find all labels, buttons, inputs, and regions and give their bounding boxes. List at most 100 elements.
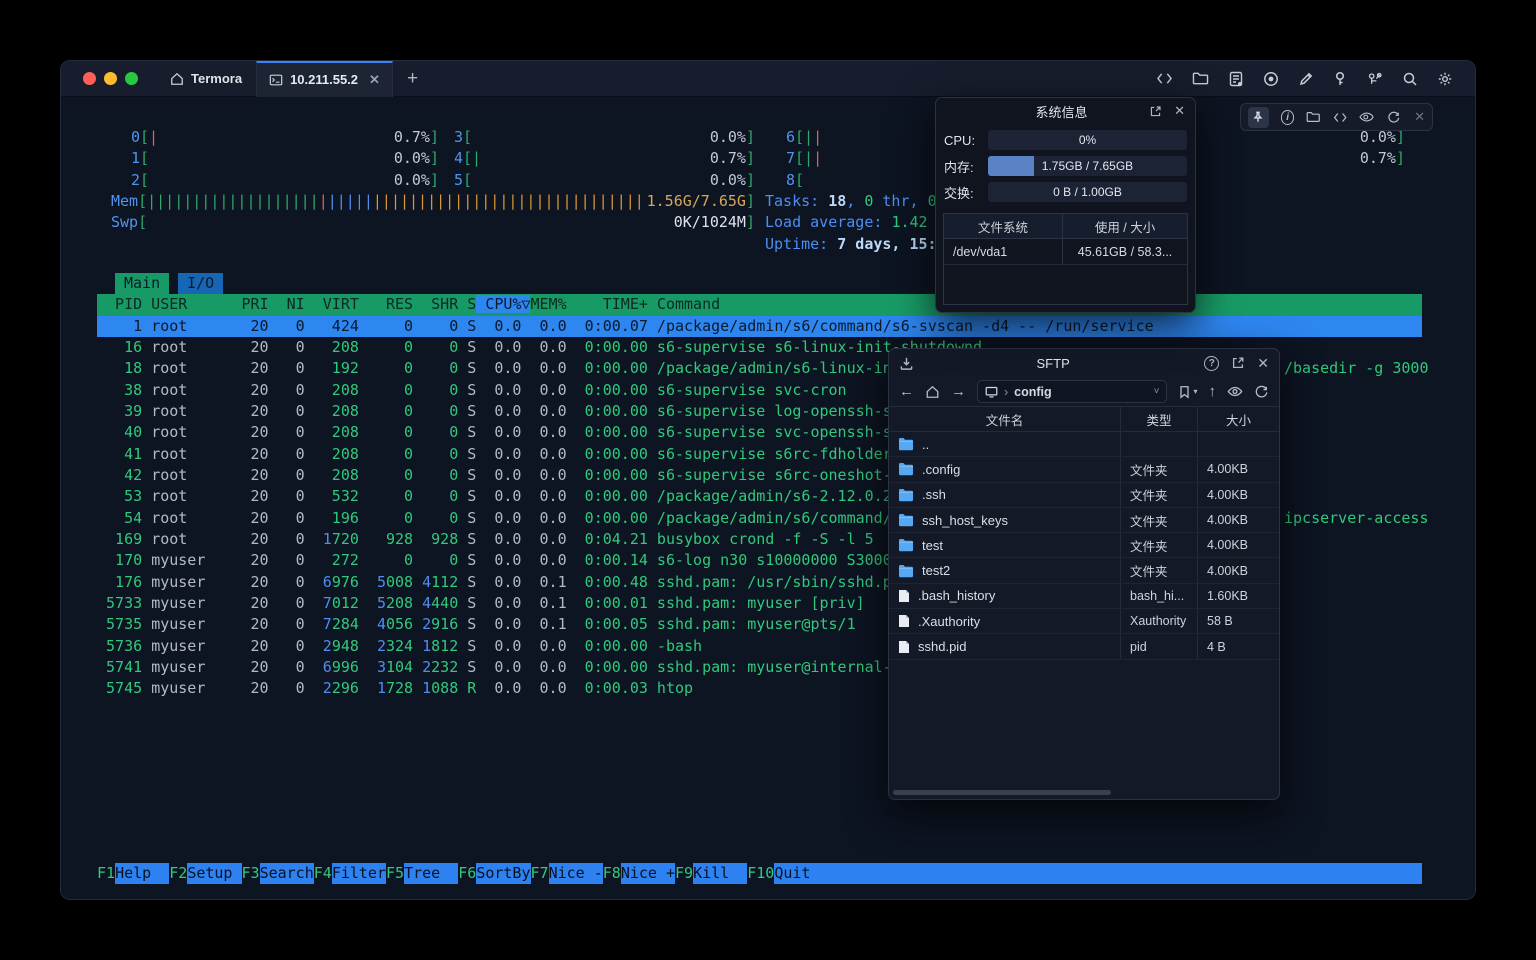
file-type: 文件夹 <box>1121 483 1198 507</box>
popout-icon[interactable] <box>1149 105 1162 118</box>
fkey-label-nice[interactable]: Nice + <box>621 863 675 884</box>
sysinfo-meter: 交换:0 B / 1.00GB <box>936 182 1195 202</box>
fkey-f7[interactable]: F7 <box>531 863 549 884</box>
breadcrumb-dir[interactable]: config <box>1014 385 1052 399</box>
sftp-titlebar: SFTP ? ✕ <box>889 349 1279 377</box>
info-icon[interactable]: i <box>1281 110 1295 125</box>
fkey-f10[interactable]: F10 <box>747 863 774 884</box>
keychain-icon[interactable] <box>1366 71 1383 87</box>
fkey-f2[interactable]: F2 <box>169 863 187 884</box>
meter-label: 交换: <box>944 183 988 202</box>
chevron-down-icon[interactable]: ˅ <box>1154 386 1160 397</box>
computer-icon <box>985 386 998 398</box>
fkey-label-sortby[interactable]: SortBy <box>476 863 530 884</box>
close-icon[interactable]: ✕ <box>1257 355 1269 372</box>
fkey-label-nice[interactable]: Nice - <box>549 863 603 884</box>
sftp-file-row[interactable]: .. <box>889 432 1279 457</box>
horizontal-scrollbar[interactable] <box>893 790 1111 795</box>
refresh-icon[interactable] <box>1387 111 1401 124</box>
fkey-label-search[interactable]: Search <box>260 863 314 884</box>
folder-icon[interactable] <box>1306 110 1320 124</box>
sftp-file-row[interactable]: .XauthorityXauthority58 B <box>889 609 1279 634</box>
fkey-label-help[interactable]: Help <box>115 863 169 884</box>
tasks-line: Tasks: 18, 0 thr, 0 <box>765 191 946 212</box>
fkey-f1[interactable]: F1 <box>97 863 115 884</box>
search-icon[interactable] <box>1402 71 1418 87</box>
fkey-label-kill[interactable]: Kill <box>693 863 747 884</box>
key-icon[interactable] <box>1333 71 1347 87</box>
sysinfo-titlebar: 系统信息 ✕ <box>936 98 1195 124</box>
popout-icon[interactable] <box>1231 356 1245 370</box>
download-icon[interactable] <box>899 356 914 371</box>
fkey-label-quit[interactable]: Quit <box>774 863 828 884</box>
fkey-f3[interactable]: F3 <box>242 863 260 884</box>
htop-tab-io[interactable]: I/O <box>178 273 223 294</box>
column-size[interactable]: 大小 <box>1198 407 1279 431</box>
htop-tab-main[interactable]: Main <box>115 273 169 294</box>
close-window-button[interactable] <box>83 72 96 85</box>
refresh-icon[interactable] <box>1254 385 1269 399</box>
file-icon <box>898 589 910 603</box>
edit-icon[interactable] <box>1298 71 1314 87</box>
sftp-file-list: ...config文件夹4.00KB.ssh文件夹4.00KBssh_host_… <box>889 432 1279 660</box>
forward-icon[interactable]: → <box>951 383 966 400</box>
sftp-file-row[interactable]: sshd.pidpid4 B <box>889 634 1279 659</box>
sftp-file-row[interactable]: test文件夹4.00KB <box>889 533 1279 558</box>
sftp-file-row[interactable]: .config文件夹4.00KB <box>889 457 1279 482</box>
file-name[interactable]: sshd.pid <box>918 639 966 654</box>
file-type: Xauthority <box>1121 609 1198 633</box>
file-name[interactable]: .Xauthority <box>918 614 980 629</box>
sftp-file-row[interactable]: .bash_historybash_hi...1.60KB <box>889 584 1279 609</box>
fkey-label-filter[interactable]: Filter <box>332 863 386 884</box>
fkey-f8[interactable]: F8 <box>603 863 621 884</box>
code-icon[interactable] <box>1333 111 1347 124</box>
file-name[interactable]: test2 <box>922 563 950 578</box>
close-icon[interactable]: ✕ <box>1414 109 1425 125</box>
uptime-line: Uptime: 7 days, 15:3 <box>765 234 946 255</box>
nvidia-icon[interactable] <box>1359 111 1374 123</box>
record-icon[interactable] <box>1263 71 1279 87</box>
fkey-label-setup[interactable]: Setup <box>187 863 241 884</box>
tab-session[interactable]: 10.211.55.2 ✕ <box>256 61 393 97</box>
sftp-file-row[interactable]: .ssh文件夹4.00KB <box>889 483 1279 508</box>
path-breadcrumb[interactable]: › config ˅ <box>977 380 1167 403</box>
file-name[interactable]: .config <box>922 462 960 477</box>
process-row-pid-1[interactable]: 1 root 20 0 424 0 0 S 0.0 0.0 0:00.07 /p… <box>97 316 1422 337</box>
file-name[interactable]: test <box>922 538 943 553</box>
home-icon[interactable] <box>925 385 940 399</box>
file-name[interactable]: .bash_history <box>918 588 995 603</box>
zoom-window-button[interactable] <box>125 72 138 85</box>
htop-header-row[interactable]: PID USER PRI NI VIRT RES SHR S CPU%▽MEM%… <box>97 294 1422 315</box>
sftp-file-row[interactable]: ssh_host_keys文件夹4.00KB <box>889 508 1279 533</box>
settings-gear-icon[interactable] <box>1437 71 1453 87</box>
folder-icon[interactable] <box>1192 71 1209 86</box>
upload-icon[interactable]: ↑ <box>1209 383 1217 400</box>
back-icon[interactable]: ← <box>899 383 914 400</box>
minimize-window-button[interactable] <box>104 72 117 85</box>
fkey-f4[interactable]: F4 <box>314 863 332 884</box>
pin-button[interactable] <box>1248 107 1269 128</box>
file-name[interactable]: ssh_host_keys <box>922 513 1008 528</box>
close-tab-icon[interactable]: ✕ <box>369 72 380 88</box>
bookmark-icon[interactable] <box>1178 385 1191 399</box>
column-filename[interactable]: 文件名 <box>889 407 1121 431</box>
file-name[interactable]: .. <box>922 437 929 452</box>
sftp-file-row[interactable]: test2文件夹4.00KB <box>889 558 1279 583</box>
file-name[interactable]: .ssh <box>922 487 946 502</box>
fkey-f5[interactable]: F5 <box>386 863 404 884</box>
log-file-icon[interactable] <box>1228 71 1244 87</box>
fkey-f6[interactable]: F6 <box>458 863 476 884</box>
show-hidden-eye-icon[interactable] <box>1227 385 1243 398</box>
fkey-label-tree[interactable]: Tree <box>404 863 458 884</box>
code-icon[interactable] <box>1156 71 1173 86</box>
help-icon[interactable]: ? <box>1204 356 1219 371</box>
home-icon <box>170 72 184 86</box>
bookmark-dropdown-icon[interactable]: ▾ <box>1193 387 1197 396</box>
fkey-f9[interactable]: F9 <box>675 863 693 884</box>
close-icon[interactable]: ✕ <box>1174 103 1185 119</box>
file-icon <box>898 614 910 628</box>
new-tab-button[interactable]: + <box>407 68 418 90</box>
tab-home[interactable]: Termora <box>160 61 252 97</box>
fs-row[interactable]: /dev/vda1 45.61GB / 58.3... <box>944 239 1187 265</box>
column-type[interactable]: 类型 <box>1121 407 1198 431</box>
